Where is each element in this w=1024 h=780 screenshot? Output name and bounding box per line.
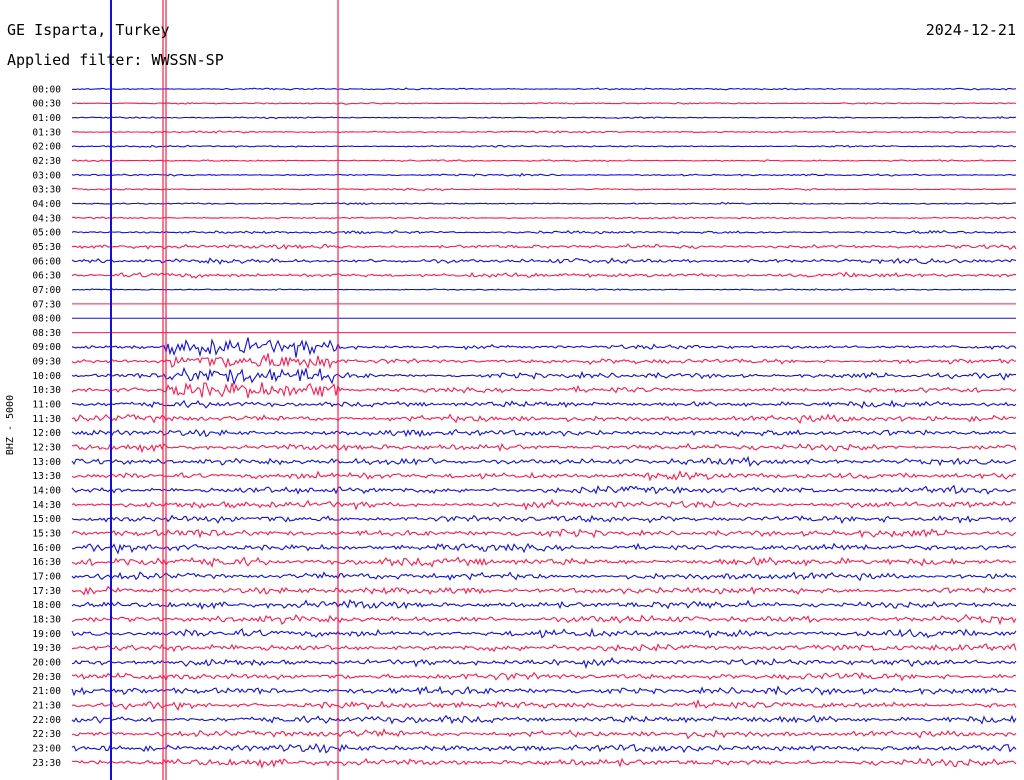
trace-line — [71, 442, 1017, 454]
trace-line — [71, 257, 1017, 265]
y-tick-label: 20:00 — [32, 658, 61, 669]
trace-line — [71, 216, 1017, 220]
y-tick-label: 22:30 — [32, 729, 61, 740]
trace-line — [71, 643, 1017, 653]
trace-line — [71, 671, 1017, 682]
y-tick-label: 17:00 — [32, 572, 61, 583]
trace-line — [71, 698, 1017, 711]
y-tick-label: 06:00 — [32, 256, 61, 267]
trace-line — [71, 728, 1017, 740]
trace-line — [71, 243, 1017, 251]
trace-line — [71, 172, 1017, 177]
y-tick-label: 16:00 — [32, 543, 61, 554]
trace-line — [71, 627, 1017, 639]
y-tick-label: 19:00 — [32, 629, 61, 640]
y-tick-label: 00:30 — [32, 99, 61, 110]
trace-line — [71, 353, 1017, 370]
y-tick-label: 11:30 — [32, 414, 61, 425]
y-axis-label: BHZ - 5000 — [5, 394, 16, 456]
trace-line — [71, 366, 1017, 386]
y-tick-label: 22:00 — [32, 715, 61, 726]
trace-line — [71, 498, 1017, 511]
trace-line — [71, 101, 1017, 105]
trace-line — [71, 542, 1017, 555]
y-tick-label: 13:00 — [32, 457, 61, 468]
trace-line — [71, 399, 1017, 409]
y-tick-label: 02:00 — [32, 142, 61, 153]
trace-line — [71, 657, 1017, 670]
y-tick-label: 13:30 — [32, 471, 61, 482]
trace-line — [71, 528, 1017, 539]
y-tick-label: 15:30 — [32, 529, 61, 540]
y-tick-label: 12:00 — [32, 428, 61, 439]
trace-line — [71, 469, 1017, 482]
y-tick-label: 02:30 — [32, 156, 61, 167]
helicorder-page: GE Isparta, Turkey 2024-12-21 Applied fi… — [0, 0, 1024, 780]
y-tick-label: 04:30 — [32, 213, 61, 224]
y-tick-label: 05:00 — [32, 228, 61, 239]
trace-line — [71, 585, 1017, 596]
trace-line — [71, 428, 1017, 438]
trace-line — [71, 187, 1017, 192]
y-tick-label: 11:00 — [32, 400, 61, 411]
y-tick-label: 15:00 — [32, 514, 61, 525]
trace-line — [71, 714, 1017, 725]
y-tick-label: 04:00 — [32, 199, 61, 210]
y-tick-label: 07:00 — [32, 285, 61, 296]
y-tick-label: 20:30 — [32, 672, 61, 683]
y-tick-label: 09:00 — [32, 342, 61, 353]
y-tick-label: 10:00 — [32, 371, 61, 382]
y-tick-label: 10:30 — [32, 385, 61, 396]
trace-line — [71, 229, 1017, 235]
trace-line — [71, 381, 1017, 399]
trace-line — [71, 87, 1017, 91]
y-tick-label: 18:30 — [32, 615, 61, 626]
trace-line — [71, 288, 1017, 291]
y-tick-label: 03:00 — [32, 170, 61, 181]
trace-line — [71, 556, 1017, 568]
trace-line — [71, 337, 1017, 358]
trace-line — [71, 201, 1017, 206]
y-tick-label: 21:30 — [32, 700, 61, 711]
trace-line — [71, 144, 1017, 148]
y-tick-label: 03:30 — [32, 185, 61, 196]
trace-line — [71, 571, 1017, 582]
y-tick-label: 01:30 — [32, 127, 61, 138]
trace-line — [71, 484, 1017, 495]
station-title: GE Isparta, Turkey — [7, 21, 170, 39]
y-tick-label: 17:30 — [32, 586, 61, 597]
y-tick-label: 08:30 — [32, 328, 61, 339]
trace-line — [71, 130, 1017, 134]
trace-line — [71, 413, 1017, 424]
trace-line — [71, 271, 1017, 279]
y-tick-label: 14:30 — [32, 500, 61, 511]
trace-line — [71, 757, 1017, 769]
helicorder-plot: 00:00 00:30 01:00 01:30 02:00 02:30 03:00 03:30… — [32, 0, 1017, 780]
y-tick-label: 16:30 — [32, 557, 61, 568]
y-tick-label: 21:00 — [32, 686, 61, 697]
trace-line — [71, 159, 1016, 163]
y-tick-label: 08:00 — [32, 314, 61, 325]
y-tick-label: 01:00 — [32, 113, 61, 124]
trace-line — [71, 514, 1017, 525]
trace-line — [71, 598, 1017, 611]
y-tick-label: 00:00 — [32, 84, 61, 95]
trace-line — [71, 455, 1016, 468]
y-tick-label: 14:00 — [32, 486, 61, 497]
y-tick-label: 23:00 — [32, 743, 61, 754]
trace-line — [71, 613, 1017, 626]
y-tick-label: 18:00 — [32, 600, 61, 611]
y-tick-label: 12:30 — [32, 443, 61, 454]
y-tick-label: 05:30 — [32, 242, 61, 253]
date-label: 2024-12-21 — [925, 21, 1016, 39]
y-tick-label: 07:30 — [32, 299, 61, 310]
y-tick-label: 23:30 — [32, 758, 61, 769]
filter-label: Applied filter: WWSSN-SP — [7, 51, 224, 69]
trace-line — [71, 685, 1017, 697]
y-tick-label: 09:30 — [32, 357, 61, 368]
y-tick-label: 06:30 — [32, 271, 61, 282]
trace-line — [71, 742, 1017, 754]
trace-line — [71, 116, 1017, 120]
y-tick-label: 19:30 — [32, 643, 61, 654]
